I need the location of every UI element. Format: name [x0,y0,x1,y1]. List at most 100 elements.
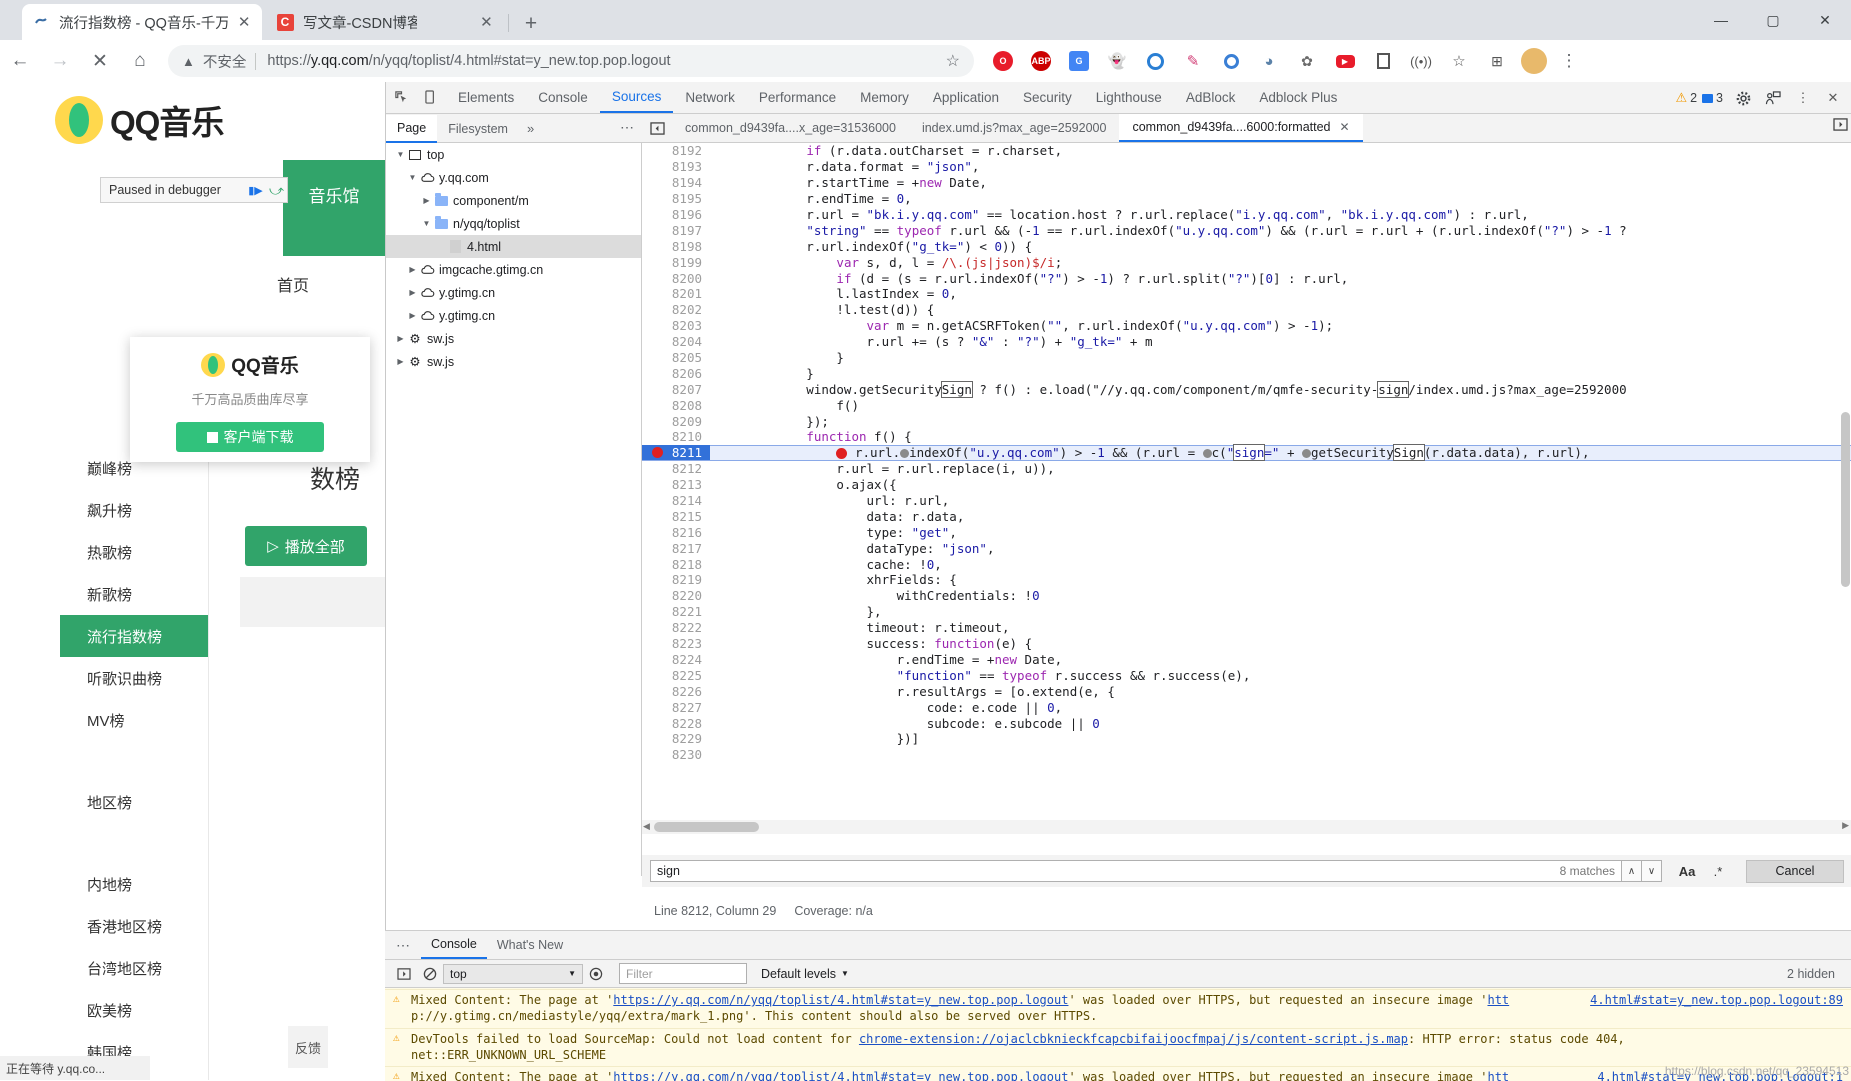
editor-tab-2[interactable]: common_d9439fa....6000:formatted ✕ [1119,114,1363,142]
nav-home-link[interactable]: 首页 [277,272,309,296]
regex-button[interactable]: .* [1708,864,1728,879]
search-next-button[interactable]: ∨ [1642,860,1662,882]
tab-memory[interactable]: Memory [848,82,921,113]
line-number[interactable]: 8226 [642,684,710,699]
code-line[interactable]: 8201 l.lastIndex = 0, [642,286,1851,302]
sidebar-item-mv[interactable]: MV榜 [60,699,208,741]
close-icon[interactable]: ✕ [477,12,496,32]
tab-sources[interactable]: Sources [599,82,674,113]
line-number[interactable]: 8209 [642,414,710,429]
code-line[interactable]: 8223 success: function(e) { [642,636,1851,652]
line-number[interactable]: 8220 [642,588,710,603]
drawer-tab-whatsnew[interactable]: What's New [487,931,573,959]
console-link[interactable]: htt [1487,993,1509,1007]
sidebar-item-popindex[interactable]: 流行指数榜 [60,615,208,657]
navigator-tab-page[interactable]: Page [386,114,438,143]
line-number[interactable]: 8199 [642,255,710,270]
inspect-icon[interactable] [386,83,416,113]
step-over-icon[interactable]: ⤻ [266,178,287,202]
twisty-icon[interactable]: ▶ [406,265,419,274]
line-number[interactable]: 8204 [642,334,710,349]
console-filter-input[interactable]: Filter [619,963,747,984]
code-line[interactable]: 8220 withCredentials: !0 [642,588,1851,604]
sidebar-item-new[interactable]: 新歌榜 [60,573,208,615]
code-line[interactable]: 8205 } [642,350,1851,366]
twisty-icon[interactable]: ▶ [406,288,419,297]
sidebar-item-hongkong[interactable]: 香港地区榜 [60,905,208,947]
code-line[interactable]: 8224 r.endTime = +new Date, [642,652,1851,668]
clear-console-icon[interactable] [417,961,443,987]
star-icon[interactable]: ☆ [946,51,960,71]
grammar-icon[interactable]: ✿ [1288,42,1326,80]
tree-item-n-yqq-toplist[interactable]: ▼ n/yqq/toplist [386,212,641,235]
code-line[interactable]: 8200 if (d = (s = r.url.indexOf("?") > -… [642,270,1851,286]
editor-tab-0[interactable]: common_d9439fa....x_age=31536000 [672,114,909,142]
bookmark-star-icon[interactable]: ☆ [1440,42,1478,80]
tab-adblock-plus[interactable]: Adblock Plus [1247,82,1349,113]
forward-button[interactable]: → [40,41,80,81]
line-number[interactable]: 8201 [642,286,710,301]
drawer-tab-console[interactable]: Console [421,931,487,959]
line-number[interactable]: 8225 [642,668,710,683]
scroll-left-arrow[interactable]: ◀ [643,821,650,832]
code-line[interactable]: 8221 }, [642,604,1851,620]
line-number[interactable]: 8198 [642,239,710,254]
code-line[interactable]: 8193 r.data.format = "json", [642,159,1851,175]
code-line[interactable]: 8203 var m = n.getACSRFToken("", r.url.i… [642,318,1851,334]
device-toolbar-icon[interactable] [416,83,446,113]
scroll-right-arrow[interactable]: ▶ [1842,820,1849,831]
code-line[interactable]: 8210 function f() { [642,429,1851,445]
home-button[interactable]: ⌂ [120,41,160,81]
wifi-icon[interactable]: ((•)) [1402,42,1440,80]
twisty-icon[interactable]: ▼ [394,150,407,159]
line-number[interactable]: 8206 [642,366,710,381]
person-feedback-icon[interactable] [1758,83,1788,113]
line-number[interactable]: 8194 [642,175,710,190]
tab-lighthouse[interactable]: Lighthouse [1084,82,1174,113]
site-logo[interactable]: QQ音乐 [55,96,224,144]
line-number[interactable]: 8195 [642,191,710,206]
line-number[interactable]: 8192 [642,143,710,158]
address-bar[interactable]: ▲ 不安全 https://y.qq.com/n/yqq/toplist/4.h… [168,45,974,77]
tab-security[interactable]: Security [1011,82,1084,113]
console-link[interactable]: https://y.qq.com/n/yqq/toplist/4.html#st… [613,993,1068,1007]
code-line[interactable]: 8198 r.url.indexOf("g_tk=") < 0)) { [642,238,1851,254]
console-link[interactable]: chrome-extension://ojaclcbknieckfcapcbif… [859,1032,1408,1046]
browser-tab-0[interactable]: 流行指数榜 - QQ音乐-千万正版音 ✕ [22,4,262,40]
code-line[interactable]: 8227 code: e.code || 0, [642,699,1851,715]
stop-button[interactable]: ✕ [80,41,120,81]
browser-menu-button[interactable]: ⋮ [1552,42,1586,80]
editor-vertical-scrollbar[interactable] [1840,82,1851,778]
line-number[interactable]: 8224 [642,652,710,667]
sidebar-item-mainland[interactable]: 内地榜 [60,863,208,905]
line-number[interactable]: 8203 [642,318,710,333]
code-line[interactable]: 8206 } [642,365,1851,381]
code-line[interactable]: 8194 r.startTime = +new Date, [642,175,1851,191]
line-number[interactable]: 8213 [642,477,710,492]
tab-elements[interactable]: Elements [446,82,526,113]
live-expression-icon[interactable] [583,961,609,987]
tree-item-component-m[interactable]: ▶ component/m [386,189,641,212]
code-line[interactable]: 8218 cache: !0, [642,556,1851,572]
line-number[interactable]: 8228 [642,716,710,731]
tab-adblock[interactable]: AdBlock [1174,82,1248,113]
code-line[interactable]: 8215 data: r.data, [642,508,1851,524]
ghostery-icon[interactable]: 👻 [1098,42,1136,80]
line-number[interactable]: 8223 [642,636,710,651]
minimize-button[interactable]: — [1695,0,1747,40]
line-number[interactable]: 8222 [642,620,710,635]
tab-network[interactable]: Network [673,82,747,113]
collapse-sidebar-icon[interactable] [642,114,672,143]
gear-icon[interactable] [1728,83,1758,113]
sidebar-item-western[interactable]: 欧美榜 [60,989,208,1031]
tab-application[interactable]: Application [921,82,1011,113]
opera-icon[interactable]: O [984,42,1022,80]
line-number[interactable]: 8216 [642,525,710,540]
show-console-sidebar-icon[interactable] [391,961,417,987]
code-line[interactable]: 8195 r.endTime = 0, [642,191,1851,207]
tree-item-imgcache[interactable]: ▶ imgcache.gtimg.cn [386,258,641,281]
line-number[interactable]: 8193 [642,159,710,174]
lens-icon[interactable] [1136,42,1174,80]
twisty-icon[interactable]: ▶ [394,334,407,343]
navigator-more-options[interactable]: ⋯ [620,119,634,136]
